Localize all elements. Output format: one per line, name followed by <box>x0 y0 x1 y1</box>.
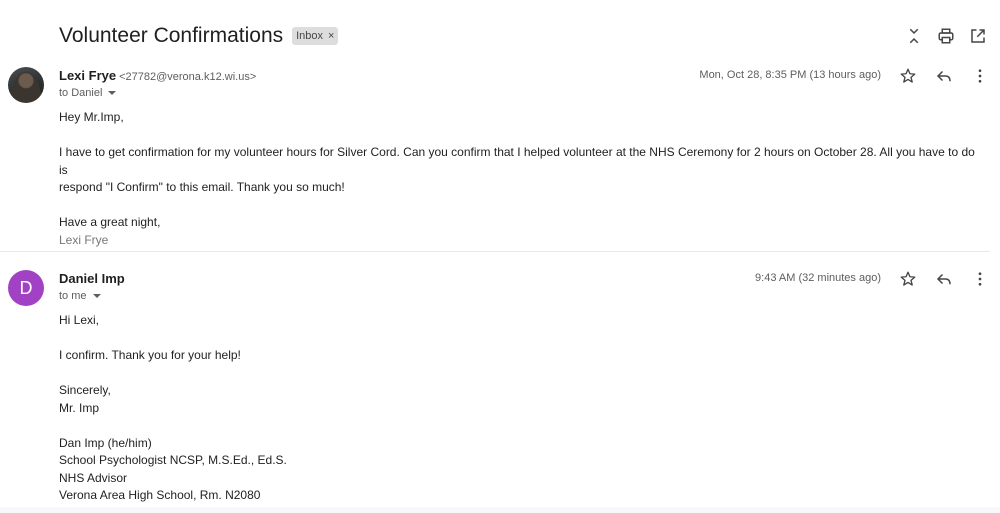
open-new-window-icon[interactable] <box>966 24 990 48</box>
collapse-all-icon[interactable] <box>902 24 926 48</box>
chevron-down-icon <box>92 294 101 298</box>
chevron-down-icon <box>108 91 117 95</box>
message-2-actions <box>896 267 992 291</box>
recipient-text: to me <box>59 290 87 302</box>
reply-icon[interactable] <box>932 267 956 291</box>
recipient-dropdown[interactable]: to Daniel <box>59 87 117 99</box>
subject-row: Volunteer Confirmations Inbox × <box>59 22 339 50</box>
thread-actions <box>902 24 990 48</box>
sender-avatar-photo[interactable] <box>8 67 44 103</box>
signature-line: Verona Area High School, Rm. N2080 <box>59 488 261 502</box>
recipient-dropdown[interactable]: to me <box>59 290 101 302</box>
sender-name[interactable]: Daniel Imp <box>59 271 125 286</box>
thread-subject: Volunteer Confirmations <box>59 24 284 47</box>
remove-label-button[interactable]: × <box>328 29 334 43</box>
closing: Sincerely, <box>59 383 111 397</box>
label-text: Inbox <box>296 30 324 42</box>
message-2-body: Hi Lexi, I confirm. Thank you for your h… <box>59 312 979 505</box>
star-icon[interactable] <box>896 64 920 88</box>
more-vert-icon[interactable] <box>968 267 992 291</box>
inbox-label-chip[interactable]: Inbox × <box>292 27 339 45</box>
avatar[interactable]: D <box>8 270 44 306</box>
body-paragraph: I have to get confirmation for my volunt… <box>59 145 975 177</box>
signature: Lexi Frye <box>59 232 109 247</box>
recipient-text: to Daniel <box>59 87 103 99</box>
email-thread-pane: Volunteer Confirmations Inbox × Lexi Fry… <box>0 0 1000 507</box>
closing-name: Mr. Imp <box>59 400 100 415</box>
more-vert-icon[interactable] <box>968 64 992 88</box>
message-divider <box>0 251 990 252</box>
closing: Have a great night, <box>59 215 161 229</box>
body-paragraph: respond "I Confirm" to this email. Thank… <box>59 180 345 194</box>
signature-line: Dan Imp (he/him) <box>59 435 152 450</box>
signature-line: NHS Advisor <box>59 470 128 485</box>
greeting: Hi Lexi, <box>59 313 100 327</box>
body-paragraph: I confirm. Thank you for your help! <box>59 348 241 362</box>
reply-icon[interactable] <box>932 64 956 88</box>
print-icon[interactable] <box>934 24 958 48</box>
message-date: 9:43 AM (32 minutes ago) <box>755 272 881 284</box>
message-1-actions <box>896 64 992 88</box>
message-date: Mon, Oct 28, 8:35 PM (13 hours ago) <box>699 69 881 81</box>
signature-line: School Psychologist NCSP, M.S.Ed., Ed.S. <box>59 453 287 467</box>
sender-name[interactable]: Lexi Frye <box>59 68 116 83</box>
sender-email: <27782@verona.k12.wi.us> <box>119 71 257 83</box>
message-1-body: Hey Mr.Imp, I have to get confirmation f… <box>59 109 979 249</box>
message-2-sender: Daniel Imp <box>59 271 125 286</box>
message-1-sender: Lexi Frye <27782@verona.k12.wi.us> <box>59 68 256 83</box>
greeting: Hey Mr.Imp, <box>59 110 124 124</box>
star-icon[interactable] <box>896 267 920 291</box>
